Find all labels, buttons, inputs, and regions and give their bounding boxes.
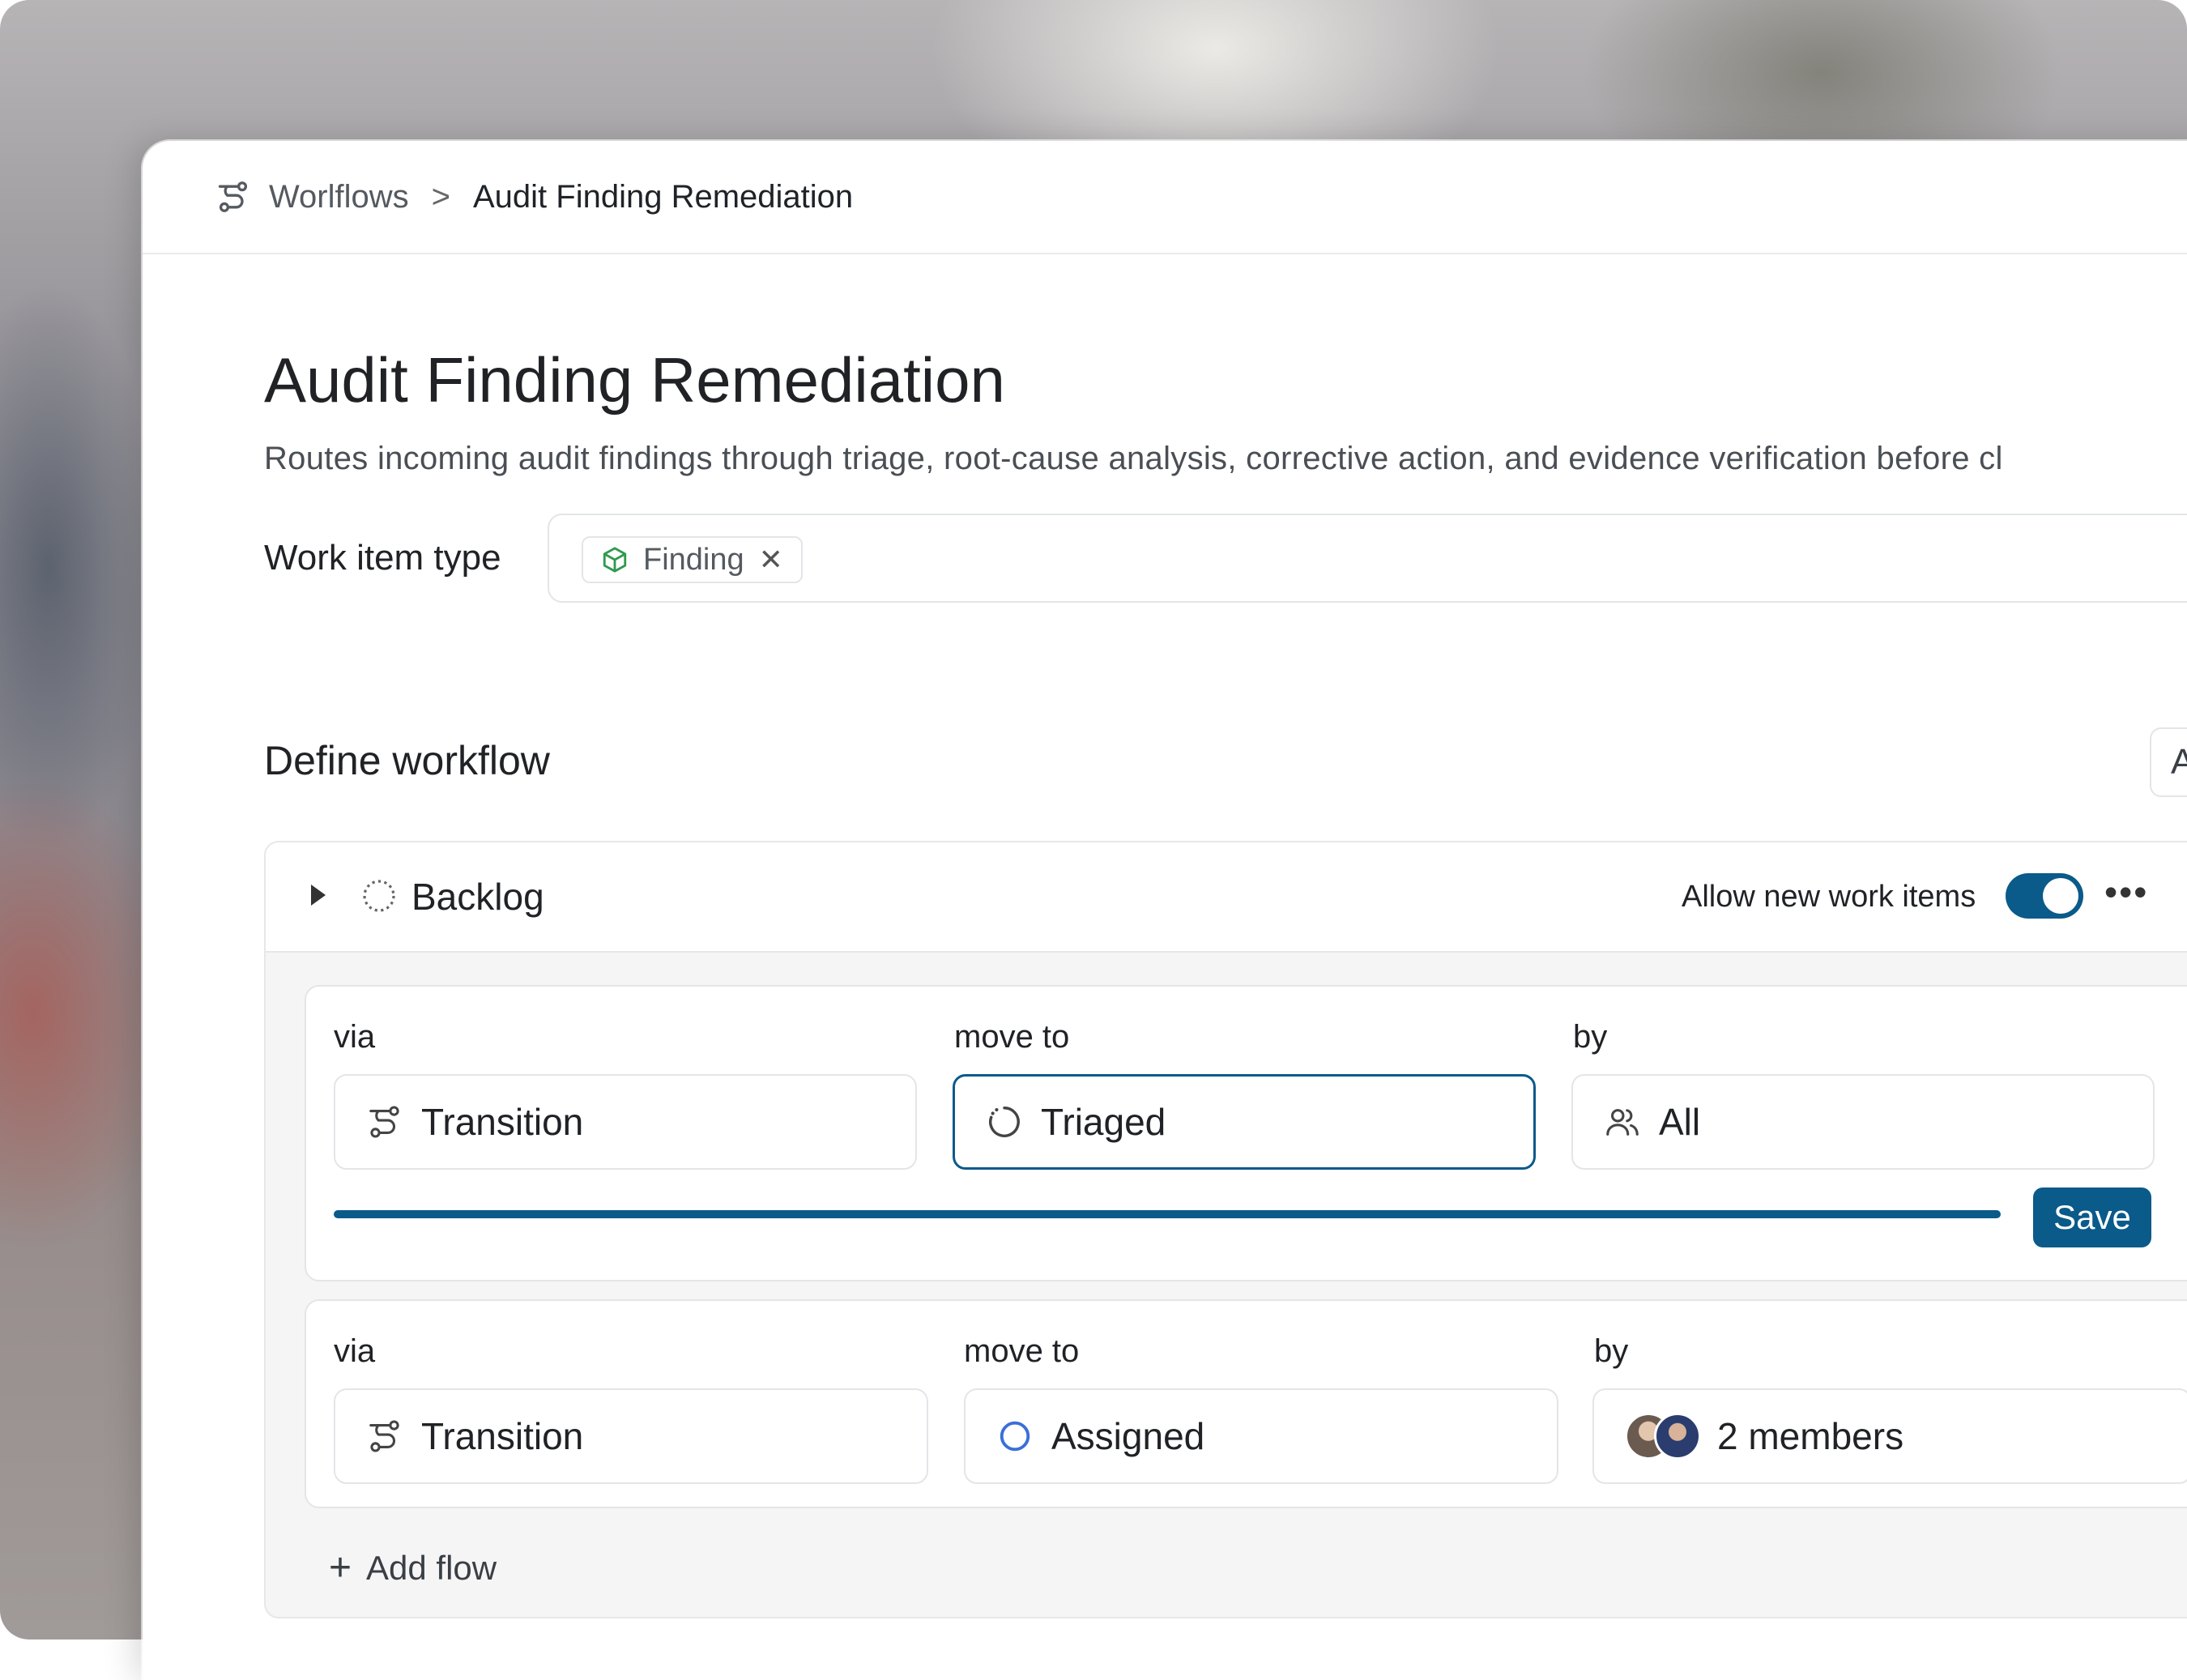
by-label: by: [1594, 1333, 1629, 1369]
allow-new-items-label: Allow new work items: [1682, 880, 1976, 914]
allow-new-items-toggle[interactable]: [2006, 873, 2083, 919]
by-value: All: [1659, 1101, 1701, 1143]
via-select[interactable]: Transition: [334, 1074, 917, 1170]
breadcrumb-current: Audit Finding Remediation: [472, 178, 854, 215]
add-flow-button[interactable]: + Add flow: [329, 1546, 497, 1590]
flow-row: via move to by Transition: [305, 1299, 2187, 1508]
dashed-circle-icon: [360, 876, 399, 915]
page-title: Audit Finding Remediation: [264, 344, 1005, 416]
avatar: [1654, 1413, 1701, 1460]
define-workflow-heading: Define workflow: [264, 738, 550, 783]
via-select[interactable]: Transition: [334, 1388, 928, 1484]
move-to-value: Assigned: [1051, 1415, 1205, 1457]
cube-icon: [601, 546, 629, 574]
breadcrumb: Worlflows > Audit Finding Remediation: [143, 141, 2187, 254]
by-select[interactable]: 2 members: [1592, 1388, 2187, 1484]
add-flow-label: Add flow: [366, 1548, 497, 1587]
work-item-type-chip: Finding ✕: [582, 536, 803, 583]
plus-icon: +: [329, 1546, 352, 1589]
save-progress-bar: [334, 1210, 2001, 1218]
expand-caret-icon[interactable]: [311, 885, 326, 906]
add-state-button[interactable]: Add stat: [2150, 727, 2187, 797]
more-options-icon[interactable]: •••: [2104, 870, 2148, 914]
chevron-right-icon: >: [431, 178, 450, 215]
close-icon[interactable]: ✕: [759, 543, 783, 577]
move-to-select[interactable]: Triaged: [953, 1074, 1536, 1170]
workflow-icon: [215, 179, 251, 215]
state-header: Backlog Allow new work items •••: [266, 842, 2187, 953]
progress-circle-icon: [986, 1103, 1023, 1141]
via-value: Transition: [421, 1101, 584, 1143]
state-name: Backlog: [411, 876, 544, 918]
via-label: via: [334, 1333, 376, 1369]
work-item-type-label: Work item type: [264, 538, 501, 578]
users-icon: [1604, 1103, 1641, 1141]
by-select[interactable]: All: [1571, 1074, 2155, 1170]
via-label: via: [334, 1019, 376, 1055]
save-button[interactable]: Save: [2033, 1188, 2151, 1247]
flow-row: via move to by Transition: [305, 985, 2187, 1281]
workflow-panel: Worlflows > Audit Finding Remediation Au…: [143, 141, 2187, 1680]
by-label: by: [1573, 1019, 1608, 1055]
state-card-backlog: Backlog Allow new work items ••• via mov…: [264, 841, 2187, 1618]
page-description: Routes incoming audit findings through t…: [264, 441, 2003, 476]
via-value: Transition: [421, 1415, 584, 1457]
move-to-label: move to: [964, 1333, 1080, 1369]
open-circle-icon: [996, 1418, 1034, 1455]
move-to-select[interactable]: Assigned: [964, 1388, 1558, 1484]
breadcrumb-workflows-link[interactable]: Worlflows: [269, 179, 409, 215]
move-to-label: move to: [954, 1019, 1070, 1055]
work-item-type-field[interactable]: Finding ✕: [548, 514, 2187, 603]
member-avatars: [1625, 1413, 1701, 1460]
transition-icon: [366, 1418, 403, 1455]
transition-icon: [366, 1103, 403, 1141]
move-to-value: Triaged: [1041, 1101, 1166, 1143]
by-value: 2 members: [1717, 1415, 1904, 1457]
chip-label: Finding: [643, 542, 744, 577]
